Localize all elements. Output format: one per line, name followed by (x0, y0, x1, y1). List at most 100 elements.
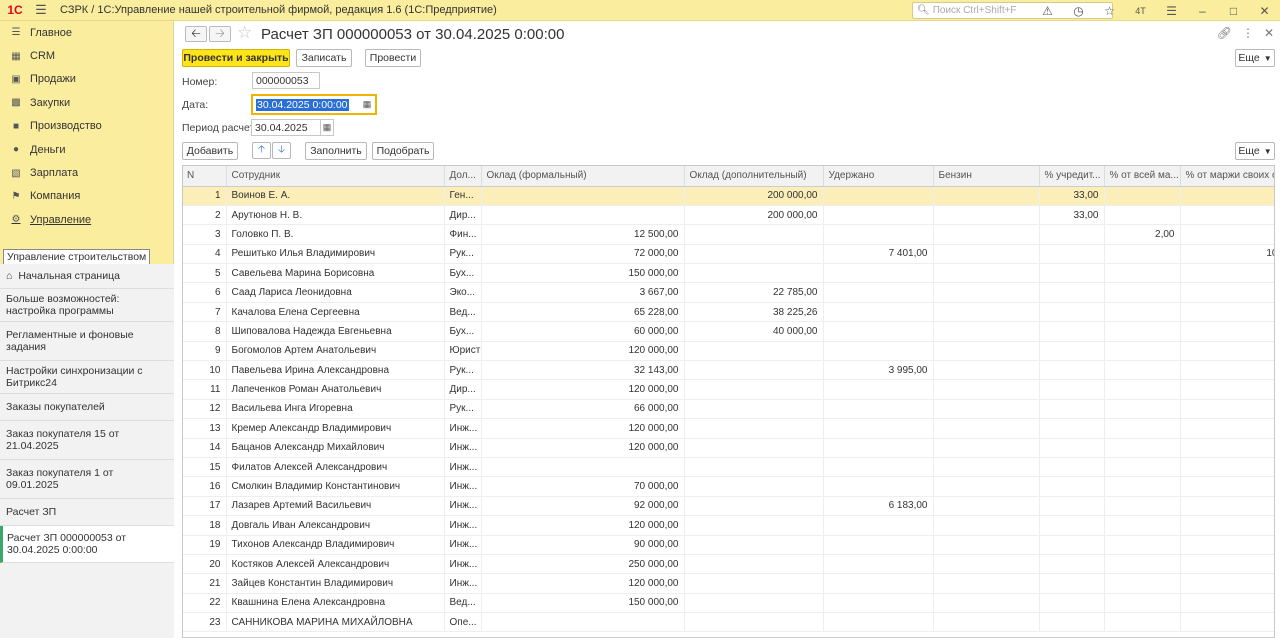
app-menu-icon[interactable]: ☰ (1156, 4, 1187, 18)
table-row[interactable]: 3 Головко П. В. Фин... 12 500,00 2,00 (183, 224, 1274, 245)
table-cell (1104, 244, 1181, 265)
sidebar-item-management[interactable]: ⚙ Управление (0, 208, 173, 231)
move-down-button[interactable]: 🡣︎ (272, 142, 291, 159)
calendar-icon[interactable]: ▦ (360, 96, 374, 113)
open-window-item[interactable]: Заказ покупателя 1 от 09.01.2025 (0, 460, 174, 499)
date-field[interactable]: 30.04.2025 0:00:00 (251, 94, 377, 115)
post-button[interactable]: Провести (365, 49, 421, 67)
table-row[interactable]: 6 Саад Лариса Леонидовна Эко... 3 667,00 22 … (183, 282, 1274, 303)
column-header[interactable]: Бензин (933, 166, 1040, 187)
table-cell (1180, 535, 1274, 555)
table-row[interactable]: 19 Тихонов Александр Владимирович Инж... 90… (183, 535, 1274, 555)
arrow-down-icon: 🡣︎ (277, 144, 286, 155)
maximize-icon[interactable]: □ (1218, 4, 1249, 18)
open-window-item[interactable]: Регламентные и фоновые задания (0, 322, 174, 361)
table-row[interactable]: 15 Филатов Алексей Александрович Инж... (183, 457, 1274, 478)
save-button[interactable]: Записать (296, 49, 352, 67)
sidebar-item-production[interactable]: ■ Производство (0, 115, 173, 138)
table-cell: 12 (183, 399, 227, 420)
open-window-item[interactable]: Заказ покупателя 15 от 21.04.2025 (0, 421, 174, 460)
table-row[interactable]: 13 Кремер Александр Владимирович Инж... 120… (183, 418, 1274, 439)
1c-logo: 1С (7, 3, 23, 17)
fill-button[interactable]: Заполнить (305, 142, 367, 160)
table-cell: Инж... (444, 418, 482, 439)
open-window-item[interactable]: Настройки синхронизации с Битрикс24 (0, 361, 174, 394)
table-cell (933, 263, 1040, 284)
open-window-item[interactable]: Больше возможностей: настройка программы (0, 289, 174, 322)
sidebar-item-salary[interactable]: ▧ Зарплата (0, 161, 173, 184)
table-row[interactable]: 7 Качалова Елена Сергеевна Вед... 65 228,00… (183, 302, 1274, 323)
add-button[interactable]: Добавить (182, 142, 238, 160)
table-row[interactable]: 12 Васильева Инга Игоревна Рук... 66 000,00 (183, 399, 1274, 420)
table-row[interactable]: 11 Лапеченков Роман Анатольевич Дир... 120 … (183, 379, 1274, 400)
table-row[interactable]: 2 Арутюнов Н. В. Дир... 200 000,00 33,00 (183, 205, 1274, 226)
table-cell (1039, 360, 1105, 381)
column-header[interactable]: Оклад (дополнительный) (684, 166, 824, 187)
column-header[interactable]: % учредит... (1039, 166, 1105, 187)
post-and-close-button[interactable]: Провести и закрыть (182, 49, 290, 67)
column-header[interactable]: % от всей ма... (1104, 166, 1181, 187)
forward-button[interactable]: 🡢︎ (209, 26, 231, 42)
favorite-star-icon[interactable]: ☆ (237, 23, 252, 43)
main-menu-icon[interactable]: ☰ (30, 0, 52, 21)
table-row[interactable]: 16 Смолкин Владимир Константинович Инж... 7… (183, 476, 1274, 497)
more-icon[interactable]: ⋮ (1242, 26, 1254, 40)
sidebar-item-label: Производство (30, 120, 102, 133)
open-window-item[interactable]: Расчет ЗП (0, 499, 174, 526)
table-cell (1039, 302, 1105, 323)
more-actions-button[interactable]: Еще ▼ (1235, 49, 1275, 67)
move-up-button[interactable]: 🡡︎ (252, 142, 271, 159)
table-row[interactable]: 9 Богомолов Артем Анатольевич Юрист 120 000… (183, 341, 1274, 362)
user-badge[interactable]: 4Т (1125, 6, 1156, 16)
column-header[interactable]: Сотрудник (226, 166, 445, 187)
table-row[interactable]: 4 Решитько Илья Владимирович Рук... 72 000,… (183, 244, 1274, 265)
column-header[interactable]: Удержано (823, 166, 934, 187)
number-field[interactable]: 000000053 (252, 72, 320, 89)
sidebar-item-company[interactable]: ⚑ Компания (0, 185, 173, 208)
table-cell: Фин... (444, 224, 482, 245)
link-icon[interactable]: 🔗︎ (1217, 26, 1232, 40)
sidebar-item-main[interactable]: ☰ Главное (0, 21, 173, 44)
table-cell (1104, 573, 1181, 594)
table-more-button[interactable]: Еще ▼ (1235, 142, 1275, 160)
period-field[interactable]: 30.04.2025 (251, 119, 321, 136)
bell-icon[interactable]: ⚠︎ (1032, 4, 1063, 18)
table-cell (1104, 535, 1181, 555)
table-cell: Шиповалова Надежда Евгеньевна (226, 321, 445, 342)
table-row[interactable]: 21 Зайцев Константин Владимирович Инж... 12… (183, 573, 1274, 594)
table-row[interactable]: 17 Лазарев Артемий Васильевич Инж... 92 000… (183, 496, 1274, 517)
close-icon[interactable]: ✕ (1249, 4, 1280, 18)
pick-button[interactable]: Подобрать (372, 142, 434, 160)
back-button[interactable]: 🡠︎ (185, 26, 207, 42)
minimize-icon[interactable]: – (1187, 4, 1218, 18)
table-cell: Довгаль Иван Александрович (226, 515, 445, 536)
calendar-icon[interactable]: ▦ (320, 119, 334, 136)
sidebar-item-purchases[interactable]: ▩ Закупки (0, 91, 173, 114)
history-icon[interactable]: ◷ (1063, 4, 1094, 18)
table-cell: 120 000,00 (481, 438, 685, 458)
favorites-icon[interactable]: ☆ (1094, 4, 1125, 18)
table-cell (1104, 282, 1181, 303)
close-form-icon[interactable]: ✕ (1264, 26, 1274, 40)
column-header[interactable]: Дол... (444, 166, 482, 187)
open-window-item-active[interactable]: Расчет ЗП 000000053 от 30.04.2025 0:00:0… (0, 526, 174, 563)
open-window-home[interactable]: ⌂ Начальная страница (0, 264, 174, 289)
open-window-item[interactable]: Заказы покупателей (0, 394, 174, 421)
table-row[interactable]: 23 САННИКОВА МАРИНА МИХАЙЛОВНА Опе... (183, 612, 1274, 633)
column-header[interactable]: N (183, 166, 227, 187)
sidebar-item-crm[interactable]: ▦ CRM (0, 44, 173, 67)
table-row[interactable]: 1 Воинов Е. А. Ген... 200 000,00 33,00 (183, 186, 1274, 206)
table-row[interactable]: 14 Бацанов Александр Михайлович Инж... 120 … (183, 438, 1274, 458)
table-row[interactable]: 10 Павельева Ирина Александровна Рук... 32 … (183, 360, 1274, 381)
sidebar-item-sales[interactable]: ▣ Продажи (0, 68, 173, 91)
sidebar-item-money[interactable]: ● Деньги (0, 138, 173, 161)
table-row[interactable]: 5 Савельева Марина Борисовна Бух... 150 000… (183, 263, 1274, 284)
date-label: Дата: (182, 99, 209, 111)
column-header[interactable]: Оклад (формальный) (481, 166, 685, 187)
table-row[interactable]: 20 Костяков Алексей Александрович Инж... 25… (183, 554, 1274, 575)
table-row[interactable]: 18 Довгаль Иван Александрович Инж... 120 00… (183, 515, 1274, 536)
table-row[interactable]: 8 Шиповалова Надежда Евгеньевна Бух... 60 0… (183, 321, 1274, 342)
table-cell: Филатов Алексей Александрович (226, 457, 445, 478)
column-header[interactable]: % от маржи своих объ... (1180, 166, 1274, 187)
table-row[interactable]: 22 Квашнина Елена Александровна Вед... 150 … (183, 593, 1274, 614)
